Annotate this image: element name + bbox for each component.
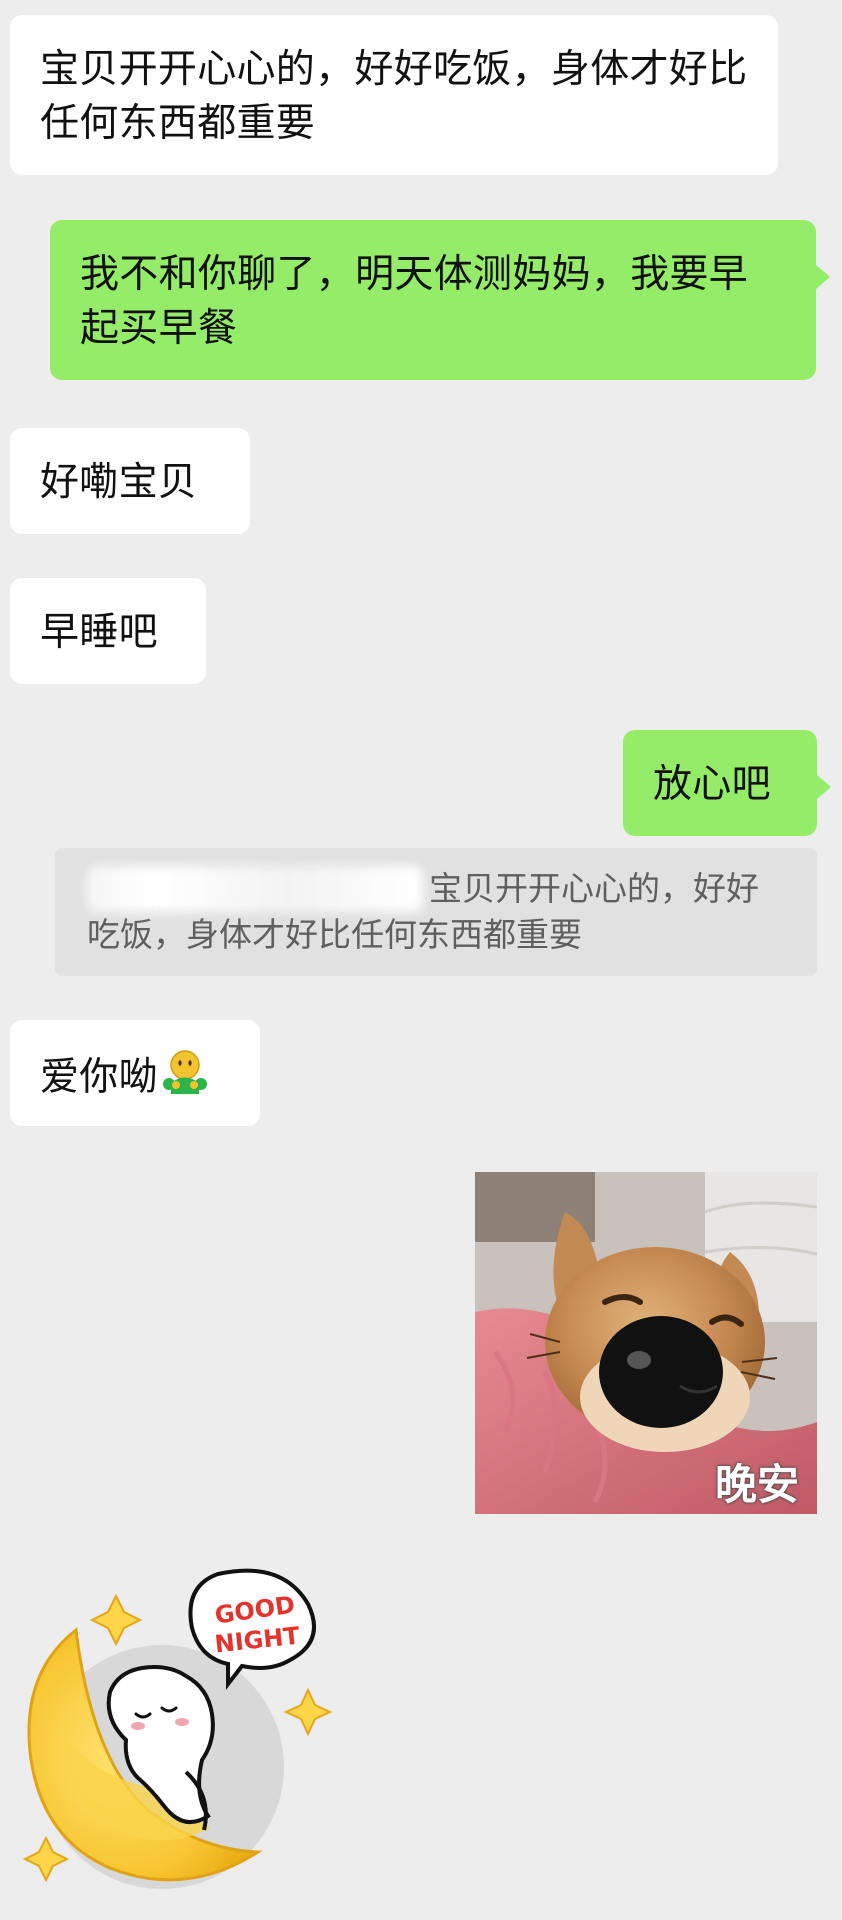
message-text: 早睡吧	[40, 610, 158, 655]
message-bubble-outgoing[interactable]: 我不和你聊了，明天体测妈妈，我要早起买早餐	[50, 220, 830, 380]
good-night-sticker-graphic: GOOD NIGHT	[22, 1568, 333, 1889]
message-text: 我不和你聊了，明天体测妈妈，我要早起买早餐	[80, 252, 749, 351]
message-bubble-incoming[interactable]: 爱你呦	[10, 1020, 260, 1126]
message-text: 好嘞宝贝	[40, 460, 198, 505]
message-bubble-incoming[interactable]: 好嘞宝贝	[10, 428, 250, 534]
sticker-caption: 晚安	[714, 1459, 799, 1509]
quoted-message[interactable]: 宝贝开开心心的，好好吃饭，身体才好比任何东西都重要	[55, 848, 817, 976]
message-bubble-outgoing[interactable]: 放心吧	[623, 730, 831, 836]
message-text: 爱你呦	[40, 1055, 158, 1100]
sticker-dog-image[interactable]: 晚安	[475, 1172, 817, 1514]
message-text: 宝贝开开心心的，好好吃饭，身体才好比任何东西都重要	[40, 47, 748, 146]
message-text: 放心吧	[653, 762, 771, 807]
message-bubble-incoming[interactable]: 宝贝开开心心的，好好吃饭，身体才好比任何东西都重要	[10, 15, 778, 175]
chat-screen: 宝贝开开心心的，好好吃饭，身体才好比任何东西都重要 我不和你聊了，明天体测妈妈，…	[0, 0, 842, 1920]
hug-face-emoji-icon	[162, 1050, 207, 1094]
message-bubble-incoming[interactable]: 早睡吧	[10, 578, 206, 684]
blurred-sender-name	[87, 866, 423, 912]
sticker-good-night[interactable]: GOOD NIGHT	[22, 1562, 337, 1892]
